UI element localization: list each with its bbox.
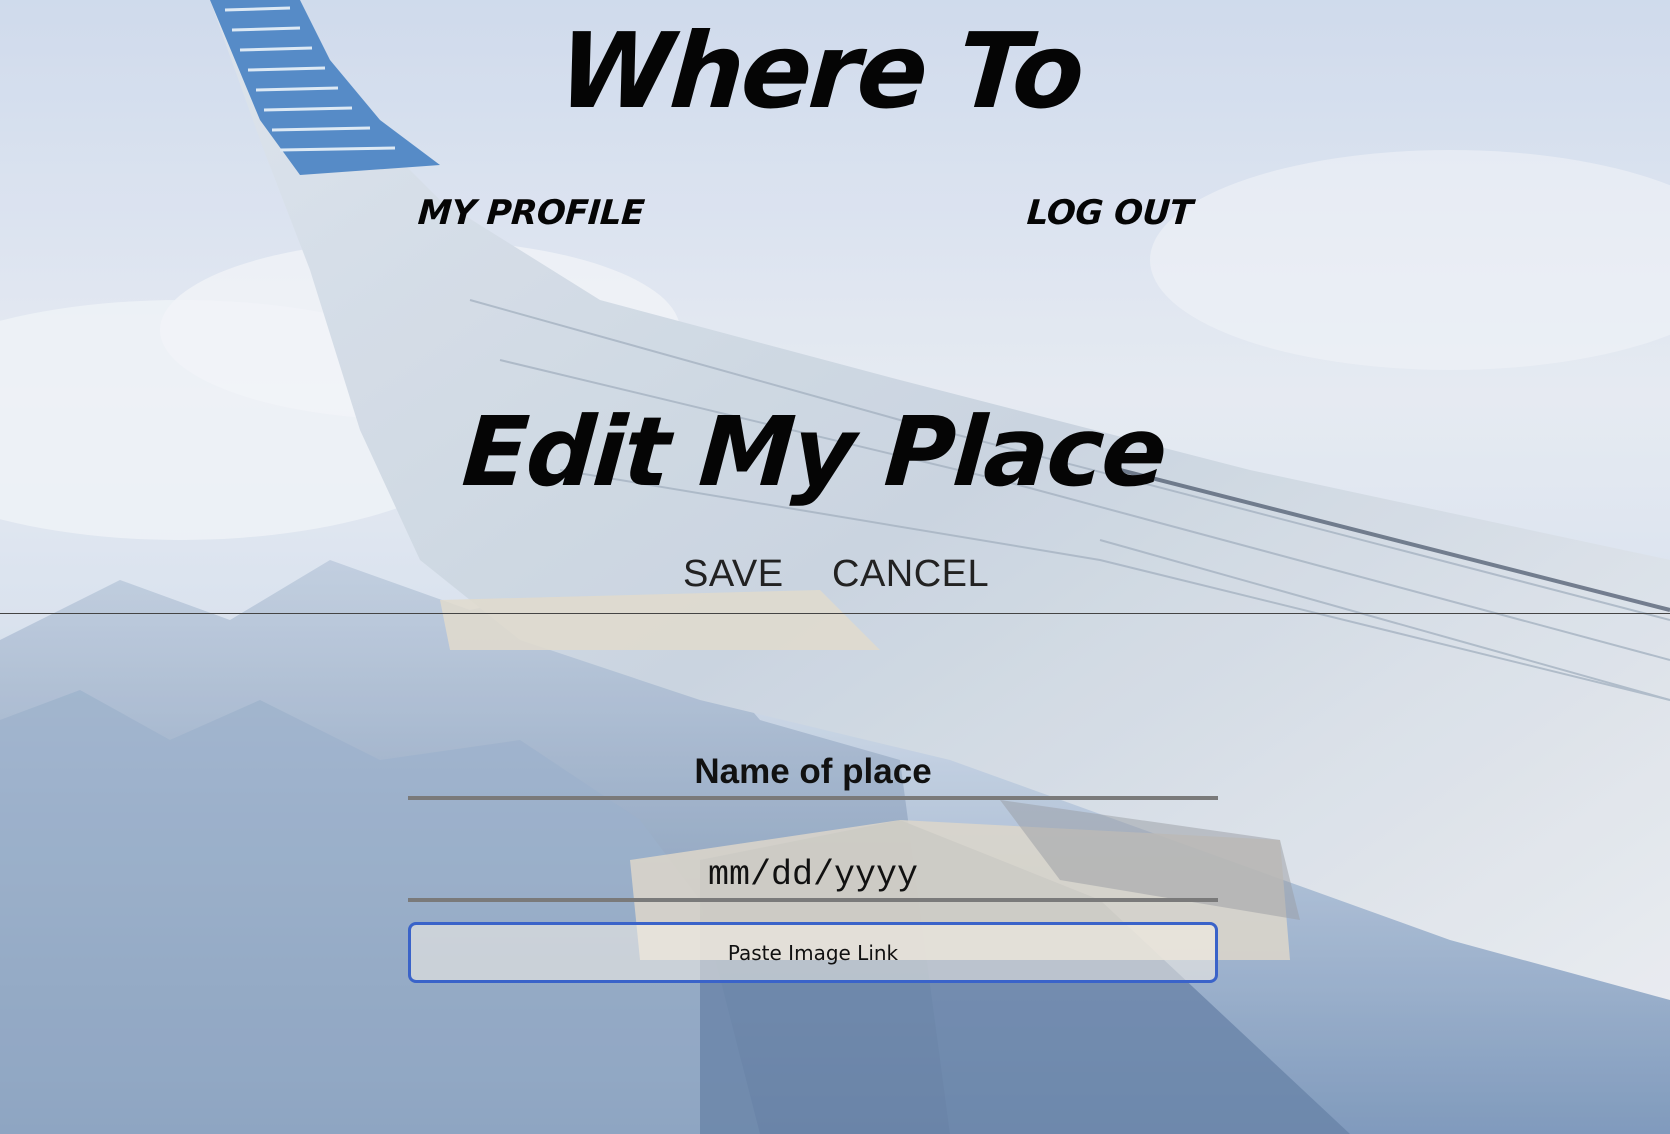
name-of-place-input[interactable] — [408, 748, 1218, 800]
cancel-button[interactable]: CANCEL — [832, 553, 989, 596]
page: Where To MY PROFILE LOG OUT Edit My Plac… — [0, 0, 1670, 1134]
date-input[interactable]: mm/dd/yyyy — [408, 852, 1218, 902]
app-title: Where To — [554, 10, 1086, 132]
save-button[interactable]: SAVE — [683, 553, 784, 596]
divider — [0, 613, 1670, 614]
nav-my-profile-link[interactable]: MY PROFILE — [417, 193, 646, 233]
page-title: Edit My Place — [459, 396, 1170, 508]
nav-log-out-link[interactable]: LOG OUT — [1026, 193, 1194, 233]
image-link-input[interactable] — [408, 922, 1218, 983]
